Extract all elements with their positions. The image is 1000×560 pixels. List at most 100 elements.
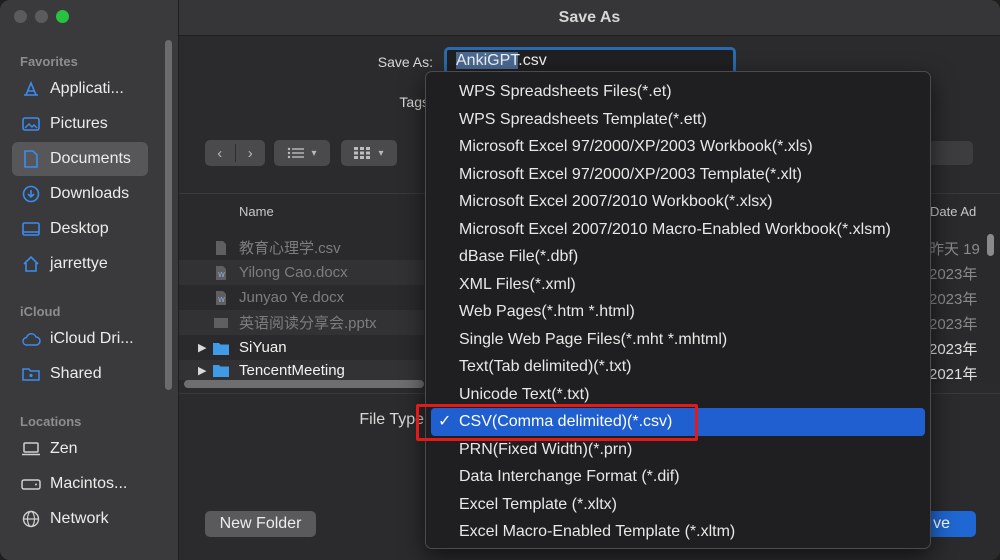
- sidebar-item-label: Macintos...: [50, 475, 128, 492]
- file-date: 2021年: [929, 366, 978, 381]
- sidebar-item-macintosh[interactable]: Macintos...: [12, 467, 148, 501]
- menu-item-file-type[interactable]: WPS Spreadsheets Template(*.ett): [431, 106, 925, 134]
- svg-text:W: W: [218, 296, 225, 304]
- new-folder-button[interactable]: New Folder: [205, 511, 316, 537]
- back-arrow-icon[interactable]: ‹: [205, 145, 235, 162]
- window-title: Save As: [558, 9, 621, 26]
- file-row[interactable]: 英语阅读分享会.pptx: [179, 310, 424, 335]
- file-name: Yilong Cao.docx: [239, 264, 348, 281]
- menu-item-file-type[interactable]: XML Files(*.xml): [431, 271, 925, 299]
- sidebar-item-pictures[interactable]: Pictures: [12, 107, 148, 141]
- home-icon: [21, 254, 41, 274]
- presentation-file-icon: [214, 317, 228, 328]
- sidebar-item-label: iCloud Dri...: [50, 330, 134, 347]
- horizontal-scrollbar[interactable]: [184, 380, 424, 388]
- menu-item-label: WPS Spreadsheets Files(*.et): [459, 83, 672, 100]
- sidebar-item-icloud-drive[interactable]: iCloud Dri...: [12, 322, 148, 356]
- menu-item-file-type[interactable]: Text(Tab delimited)(*.txt): [431, 353, 925, 381]
- menu-item-label: Microsoft Excel 97/2000/XP/2003 Workbook…: [459, 138, 813, 155]
- menu-item-label: Excel Macro-Enabled Template (*.xltm): [459, 523, 736, 540]
- sidebar-item-label: Documents: [50, 150, 131, 167]
- sidebar-item-shared[interactable]: Shared: [12, 357, 148, 391]
- menu-item-file-type[interactable]: Microsoft Excel 97/2000/XP/2003 Workbook…: [431, 133, 925, 161]
- menu-item-label: Excel Template (*.xltx): [459, 495, 617, 513]
- menu-item-file-type[interactable]: Web Pages(*.htm *.html): [431, 298, 925, 326]
- sidebar-item-downloads[interactable]: Downloads: [12, 177, 148, 211]
- filename-selected-text: AnkiGPT: [456, 52, 519, 69]
- sidebar-item-network[interactable]: Network: [12, 502, 148, 536]
- filename-extension-text: .csv: [518, 52, 547, 69]
- sidebar-item-home[interactable]: jarrettye: [12, 247, 148, 281]
- menu-item-label: CSV(Comma delimited)(*.csv): [459, 413, 673, 430]
- sidebar-item-desktop[interactable]: Desktop: [12, 212, 148, 246]
- menu-item-label: Microsoft Excel 2007/2010 Workbook(*.xls…: [459, 193, 773, 210]
- list-view-icon: [288, 147, 305, 159]
- menu-item-file-type[interactable]: Single Web Page Files(*.mht *.mhtml): [431, 326, 925, 354]
- menu-item-file-type[interactable]: dBase File(*.dbf): [431, 243, 925, 271]
- file-date: 昨天 19: [929, 241, 980, 258]
- file-name: TencentMeeting: [239, 361, 345, 379]
- zoom-window-button[interactable]: [56, 10, 69, 23]
- menu-item-label: Single Web Page Files(*.mht *.mhtml): [459, 330, 728, 348]
- menu-item-file-type[interactable]: Excel Template (*.xltx): [431, 491, 925, 519]
- sidebar-item-label: Shared: [50, 365, 102, 382]
- sidebar-scrollbar[interactable]: [165, 40, 172, 390]
- sidebar-item-zen[interactable]: Zen: [12, 432, 148, 466]
- file-row[interactable]: W Junyao Ye.docx: [179, 285, 424, 310]
- menu-item-file-type[interactable]: PRN(Fixed Width)(*.prn): [431, 436, 925, 464]
- menu-item-file-type[interactable]: ✓ CSV(Comma delimited)(*.csv): [431, 408, 925, 436]
- sidebar-item-label: Pictures: [50, 115, 108, 132]
- file-row[interactable]: ▶ SiYuan: [179, 335, 424, 360]
- grid-view-button[interactable]: ▾: [341, 140, 397, 166]
- file-date: 2023年: [929, 341, 978, 358]
- window-controls: [14, 10, 69, 23]
- menu-item-file-type[interactable]: Excel Macro-Enabled Template (*.xltm): [431, 518, 925, 546]
- menu-item-label: Microsoft Excel 97/2000/XP/2003 Template…: [459, 165, 802, 183]
- sidebar-item-documents[interactable]: Documents: [12, 142, 148, 176]
- shared-folder-icon: [21, 364, 41, 384]
- menu-item-label: Web Pages(*.htm *.html): [459, 303, 635, 320]
- menu-item-label: Text(Tab delimited)(*.txt): [459, 358, 632, 375]
- folder-icon: [213, 342, 229, 355]
- checkmark-icon: ✓: [438, 413, 452, 430]
- file-date: 2023年: [929, 266, 978, 283]
- file-row[interactable]: 教育心理学.csv: [179, 235, 424, 260]
- sidebar-item-label: Applicati...: [50, 80, 124, 97]
- sidebar-item-applications[interactable]: Applicati...: [12, 72, 148, 106]
- menu-item-file-type[interactable]: WPS Spreadsheets Files(*.et): [431, 78, 925, 106]
- disclosure-triangle-icon[interactable]: ▶: [198, 364, 206, 377]
- desktop-icon: [21, 219, 41, 239]
- menu-item-file-type[interactable]: Microsoft Excel 97/2000/XP/2003 Template…: [431, 161, 925, 189]
- list-view-button[interactable]: ▾: [274, 140, 330, 166]
- file-name: SiYuan: [239, 339, 287, 356]
- search-field[interactable]: [927, 141, 973, 165]
- menu-item-label: Data Interchange Format (*.dif): [459, 468, 680, 485]
- file-name: 英语阅读分享会.pptx: [239, 315, 377, 332]
- menu-item-file-type[interactable]: Microsoft Excel 2007/2010 Workbook(*.xls…: [431, 188, 925, 216]
- column-header-date[interactable]: Date Ad: [930, 204, 976, 219]
- disclosure-triangle-icon[interactable]: ▶: [198, 341, 206, 354]
- forward-arrow-icon[interactable]: ›: [236, 145, 266, 162]
- sidebar-item-label: Network: [50, 510, 109, 527]
- minimize-window-button[interactable]: [35, 10, 48, 23]
- documents-icon: [21, 149, 41, 169]
- sidebar: Favorites Applicati... Pictures Document…: [0, 0, 179, 560]
- close-window-button[interactable]: [14, 10, 27, 23]
- file-type-menu: WPS Spreadsheets Files(*.et) WPS Spreadsh…: [425, 71, 931, 549]
- menu-item-file-type[interactable]: Unicode Text(*.txt): [431, 381, 925, 409]
- menu-item-file-type[interactable]: Microsoft Excel 2007/2010 Macro-Enabled …: [431, 216, 925, 244]
- column-header-name[interactable]: Name: [239, 204, 274, 219]
- vertical-scrollbar[interactable]: [987, 234, 994, 256]
- disk-icon: [21, 474, 41, 494]
- word-document-icon: W: [216, 290, 226, 305]
- grid-view-icon: [354, 147, 371, 159]
- menu-item-file-type[interactable]: Data Interchange Format (*.dif): [431, 463, 925, 491]
- back-forward-buttons[interactable]: ‹ ›: [205, 140, 265, 166]
- file-row[interactable]: ▶ TencentMeeting: [179, 360, 424, 380]
- chevron-down-icon: ▾: [311, 147, 317, 159]
- file-name: Junyao Ye.docx: [239, 289, 345, 306]
- file-row[interactable]: W Yilong Cao.docx: [179, 260, 424, 285]
- sidebar-item-label: Desktop: [50, 220, 109, 237]
- applications-icon: [21, 79, 41, 99]
- laptop-icon: [21, 439, 41, 459]
